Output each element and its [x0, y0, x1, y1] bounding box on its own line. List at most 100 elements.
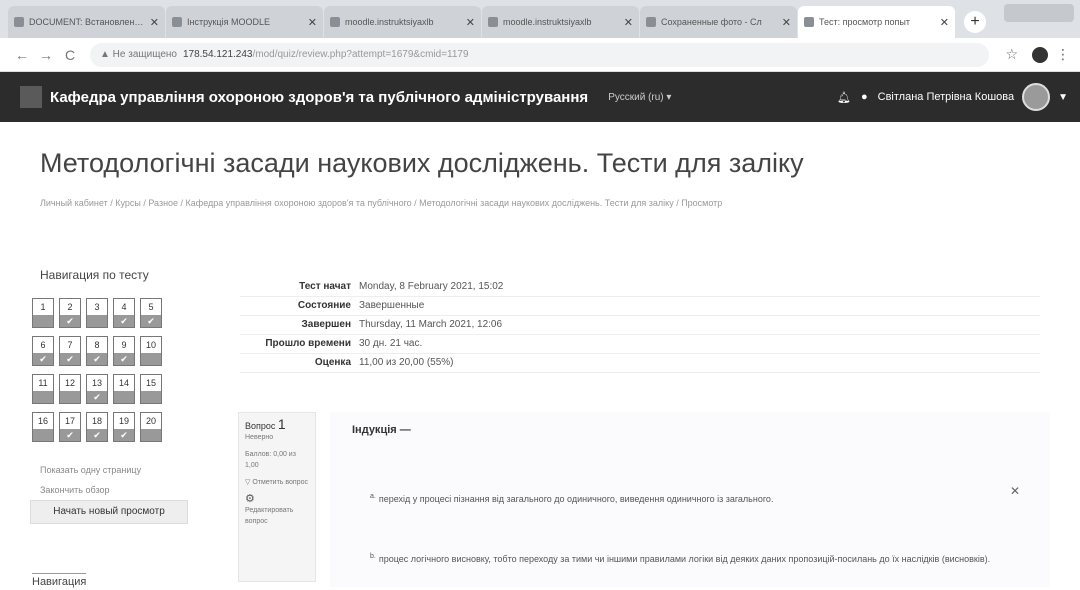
question-number-label: 17 — [64, 416, 75, 426]
navigation-block-title: Навигация — [32, 573, 87, 588]
question-number-label: 8 — [94, 340, 100, 350]
reload-icon[interactable]: C — [58, 47, 82, 63]
messages-icon[interactable]: ● — [861, 91, 868, 103]
summary-row: Состояние Завершенные — [240, 297, 1040, 316]
quiz-nav-button[interactable]: 5 ✔ — [140, 298, 162, 328]
summary-value: 11,00 из 20,00 (55%) — [359, 357, 454, 368]
answer-state-indicator: ✔ — [87, 429, 107, 441]
chevron-down-icon[interactable]: ▼ — [1058, 92, 1068, 103]
quiz-nav-button[interactable]: 1 — [32, 298, 54, 328]
summary-label: Завершен — [301, 319, 351, 330]
start-new-review-button[interactable]: Начать новый просмотр — [30, 500, 188, 524]
question-number-label: 4 — [121, 302, 127, 312]
quiz-nav-button[interactable]: 3 — [86, 298, 108, 328]
quiz-nav-links: Показать одну страницу Закончить обзор — [40, 460, 141, 500]
breadcrumb[interactable]: Личный кабинет / Курсы / Разное / Кафедр… — [40, 196, 1020, 210]
question-number-label: 2 — [67, 302, 73, 312]
quiz-nav-button[interactable]: 20 — [140, 412, 162, 442]
url-field[interactable]: ▲ Не защищено 178.54.121.243 /mod/quiz/r… — [90, 42, 990, 67]
question-number-label: 11 — [38, 378, 48, 388]
show-one-page-link[interactable]: Показать одну страницу — [40, 460, 141, 480]
not-secure-label: ▲ Не защищено — [100, 49, 177, 60]
summary-row: Прошло времени 30 дн. 21 час. — [240, 335, 1040, 354]
question-number-label: 12 — [64, 378, 75, 388]
forward-arrow-icon[interactable]: → — [34, 47, 58, 63]
url-host: 178.54.121.243 — [182, 49, 253, 60]
answer-state-indicator — [141, 429, 161, 441]
answer-state-indicator — [141, 353, 161, 365]
tab-favicon-icon — [488, 17, 498, 27]
question-number-label: 20 — [145, 416, 156, 426]
site-logo-icon[interactable] — [20, 86, 42, 108]
profile-icon[interactable] — [1032, 46, 1048, 63]
quiz-nav-button[interactable]: 8 ✔ — [86, 336, 108, 366]
tab-favicon-icon — [646, 17, 656, 27]
answer-state-indicator: ✔ — [60, 429, 80, 441]
tab-favicon-icon — [330, 17, 340, 27]
question-points: Баллов: 0,00 из 1,00 — [245, 451, 296, 469]
window-controls[interactable] — [1004, 4, 1074, 22]
avatar[interactable] — [1022, 83, 1051, 111]
quiz-nav-button[interactable]: 4 ✔ — [113, 298, 135, 328]
answer-state-indicator — [60, 391, 80, 403]
address-bar: ← → C ▲ Не защищено 178.54.121.243 /mod/… — [0, 38, 1080, 72]
question-number-label: 14 — [118, 378, 129, 388]
user-area: 🔔︎ ● Світлана Петрівна Кошова ▼ — [837, 72, 1068, 122]
question-number-label: 3 — [94, 302, 100, 312]
question-number-label: 16 — [37, 416, 48, 426]
summary-value: Monday, 8 February 2021, 15:02 — [359, 281, 504, 292]
question-number-label: 9 — [121, 340, 127, 350]
flag-question-link[interactable]: ▽ Отметить вопрос — [245, 477, 309, 488]
quiz-nav-button[interactable]: 16 — [32, 412, 54, 442]
quiz-nav-button[interactable]: 10 — [140, 336, 162, 366]
site-navbar: Кафедра управління охороною здоров'я та … — [0, 72, 1080, 122]
gear-icon[interactable]: ⚙ — [245, 494, 309, 505]
quiz-nav-button[interactable]: 13 ✔ — [86, 374, 108, 404]
browser-tab[interactable]: Інструкція MOODLE ✕ — [166, 6, 323, 38]
question-number-label: 13 — [91, 378, 102, 388]
finish-review-link[interactable]: Закончить обзор — [40, 480, 141, 500]
user-name[interactable]: Світлана Петрівна Кошова — [878, 91, 1014, 103]
back-arrow-icon[interactable]: ← — [10, 47, 34, 63]
close-icon[interactable]: ✕ — [308, 16, 317, 29]
summary-label: Состояние — [297, 300, 351, 311]
close-icon[interactable]: ✕ — [466, 16, 475, 29]
answer-option-a: a. перехід у процесі пізнання від загальн… — [370, 493, 774, 504]
close-icon[interactable]: ✕ — [624, 16, 633, 29]
site-title[interactable]: Кафедра управління охороною здоров'я та … — [50, 89, 588, 106]
tab-title: Сохраненные фото - Сл — [661, 17, 762, 27]
answer-state-indicator: ✔ — [33, 353, 53, 365]
quiz-nav-button[interactable]: 19 ✔ — [113, 412, 135, 442]
quiz-nav-button[interactable]: 17 ✔ — [59, 412, 81, 442]
close-icon[interactable]: ✕ — [940, 16, 949, 29]
answer-state-indicator: ✔ — [114, 315, 134, 327]
quiz-nav-button[interactable]: 14 — [113, 374, 135, 404]
quiz-nav-button[interactable]: 18 ✔ — [86, 412, 108, 442]
tab-title: Інструкція MOODLE — [187, 17, 270, 27]
quiz-nav-button[interactable]: 7 ✔ — [59, 336, 81, 366]
browser-tab[interactable]: Тест: просмотр попыт ✕ — [798, 6, 955, 38]
browser-menu-icon[interactable]: ⋮ — [1056, 46, 1070, 63]
browser-tab[interactable]: DOCUMENT: Встановлення. Ви ✕ — [8, 6, 165, 38]
tab-title: moodle.instruktsiyaxlb — [345, 17, 434, 27]
answer-state-indicator: ✔ — [87, 391, 107, 403]
quiz-nav-button[interactable]: 15 — [140, 374, 162, 404]
close-icon[interactable]: ✕ — [150, 16, 159, 29]
question-number-label: 6 — [40, 340, 46, 350]
answer-state-indicator — [33, 315, 53, 327]
quiz-nav-button[interactable]: 11 — [32, 374, 54, 404]
quiz-nav-button[interactable]: 12 — [59, 374, 81, 404]
new-tab-button[interactable]: + — [964, 11, 986, 33]
browser-tab[interactable]: Сохраненные фото - Сл ✕ — [640, 6, 797, 38]
language-menu[interactable]: Русский (ru) ▾ — [608, 92, 671, 103]
close-icon[interactable]: ✕ — [782, 16, 791, 29]
quiz-nav-button[interactable]: 6 ✔ — [32, 336, 54, 366]
browser-tab[interactable]: moodle.instruktsiyaxlb ✕ — [324, 6, 481, 38]
quiz-nav-button[interactable]: 2 ✔ — [59, 298, 81, 328]
summary-row: Оценка 11,00 из 20,00 (55%) — [240, 354, 1040, 373]
notification-bell-icon[interactable]: 🔔︎ — [837, 91, 851, 104]
edit-question-link[interactable]: Редактировать вопрос — [245, 505, 309, 527]
browser-tab[interactable]: moodle.instruktsiyaxlb ✕ — [482, 6, 639, 38]
bookmark-star-icon[interactable]: ☆ — [1005, 46, 1018, 63]
quiz-nav-button[interactable]: 9 ✔ — [113, 336, 135, 366]
